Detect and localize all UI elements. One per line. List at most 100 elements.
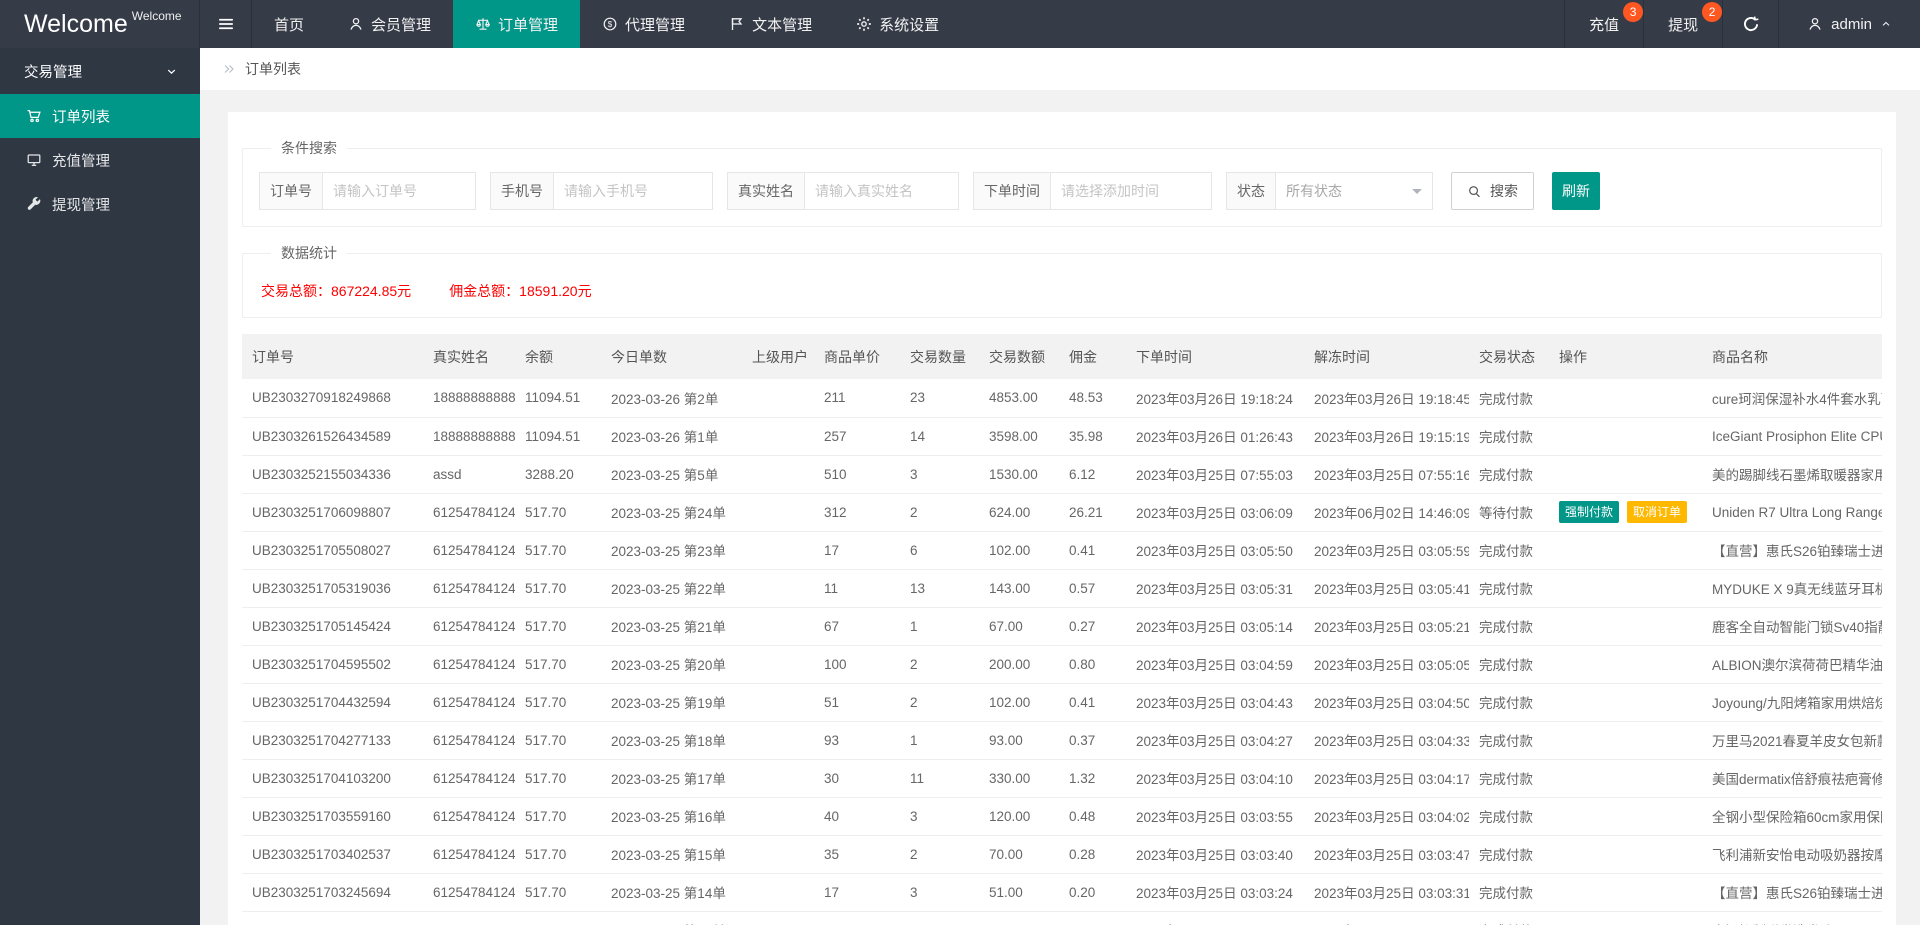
- cell-commission: 0.28: [1059, 835, 1126, 873]
- status-field: 状态所有状态: [1226, 172, 1433, 210]
- cell-commission: 1.32: [1059, 759, 1126, 797]
- cell-parent_user: [742, 683, 814, 721]
- cell-trade_amount: 1530.00: [979, 455, 1059, 493]
- table-row: UB230325170340253761254784124517.702023-…: [242, 835, 1882, 873]
- column-header-trade_amount: 交易数额: [979, 334, 1059, 379]
- refresh-list-button[interactable]: 刷新: [1552, 172, 1600, 210]
- table-row: UB23032709182498681888888888811094.51202…: [242, 379, 1882, 417]
- cell-trade_qty: 1: [900, 607, 979, 645]
- collapse-menu-button[interactable]: [200, 0, 252, 48]
- cell-parent_user: [742, 835, 814, 873]
- cell-order_time: 2023年03月25日 03:04:43: [1126, 683, 1304, 721]
- cell-order_no: UB2303251705145424: [242, 607, 423, 645]
- cell-commission: 0.41: [1059, 683, 1126, 721]
- transaction-total: 交易总额：867224.85元: [261, 281, 411, 301]
- search-field-label: 订单号: [259, 172, 323, 210]
- status-select[interactable]: 所有状态: [1276, 172, 1433, 210]
- cell-balance: 517.70: [515, 721, 601, 759]
- cell-order_no: UB2303251704595502: [242, 645, 423, 683]
- cell-trade_status: 完成付款: [1469, 759, 1549, 797]
- search-field-input[interactable]: [554, 172, 713, 210]
- cell-trade_amount: 70.00: [979, 835, 1059, 873]
- cell-real_name: 61254784124: [423, 759, 515, 797]
- cell-actions: [1549, 607, 1702, 645]
- cell-trade_amount: 4853.00: [979, 379, 1059, 417]
- top-nav-item-2[interactable]: 会员管理: [326, 0, 453, 48]
- table-row: UB230325170355916061254784124517.702023-…: [242, 797, 1882, 835]
- cell-today_orders: 2023-03-25 第13单: [601, 911, 742, 925]
- table-row: UB230325170443259461254784124517.702023-…: [242, 683, 1882, 721]
- shortcut-2[interactable]: 提现2: [1643, 0, 1722, 48]
- search-panel-legend: 条件搜索: [271, 138, 347, 158]
- table-row: UB23032615264345891888888888811094.51202…: [242, 417, 1882, 455]
- cell-order_no: UB2303251704103200: [242, 759, 423, 797]
- status-selected-value: 所有状态: [1286, 181, 1342, 201]
- cell-today_orders: 2023-03-25 第19单: [601, 683, 742, 721]
- search-field-label: 真实姓名: [727, 172, 805, 210]
- cell-order_no: UB2303251706098807: [242, 493, 423, 531]
- cell-trade_qty: 2: [900, 683, 979, 721]
- cell-today_orders: 2023-03-26 第1单: [601, 417, 742, 455]
- person-icon: [348, 16, 364, 32]
- top-nav-item-3[interactable]: 订单管理: [453, 0, 580, 48]
- cell-actions: [1549, 379, 1702, 417]
- search-field-2: 手机号: [490, 172, 713, 210]
- cell-actions: [1549, 645, 1702, 683]
- search-field-input[interactable]: [1051, 172, 1212, 210]
- sidebar-item-2[interactable]: 充值管理: [0, 138, 200, 182]
- cell-unit_price: 100: [814, 645, 900, 683]
- cell-order_no: UB2303251705319036: [242, 569, 423, 607]
- cell-order_time: 2023年03月25日 03:03:09: [1126, 911, 1304, 925]
- sidebar-item-1[interactable]: 订单列表: [0, 94, 200, 138]
- cell-trade_status: 完成付款: [1469, 835, 1549, 873]
- top-nav-item-1[interactable]: 首页: [252, 0, 326, 48]
- search-field-1: 订单号: [259, 172, 476, 210]
- cell-order_time: 2023年03月25日 03:04:59: [1126, 645, 1304, 683]
- cell-parent_user: [742, 455, 814, 493]
- column-header-product_name: 商品名称: [1702, 334, 1882, 379]
- cell-trade_qty: 13: [900, 569, 979, 607]
- top-nav-item-6[interactable]: 系统设置: [834, 0, 961, 48]
- cell-today_orders: 2023-03-25 第17单: [601, 759, 742, 797]
- cell-trade_amount: 330.00: [979, 759, 1059, 797]
- cell-actions: [1549, 531, 1702, 569]
- cell-commission: 6.12: [1059, 455, 1126, 493]
- cell-trade_status: 完成付款: [1469, 379, 1549, 417]
- cell-product_name: 万里马2021春夏羊皮女包新款软皮小香风: [1702, 721, 1882, 759]
- cell-order_no: UB2303251703096227: [242, 911, 423, 925]
- cancel-order-button[interactable]: 取消订单: [1627, 501, 1687, 523]
- shortcut-1[interactable]: 充值3: [1564, 0, 1643, 48]
- chevron-up-icon: [1880, 18, 1892, 30]
- cell-trade_amount: 93.00: [979, 721, 1059, 759]
- cell-unfreeze_time: 2023年03月26日 19:18:45: [1304, 379, 1469, 417]
- sidebar-group-trade[interactable]: 交易管理: [0, 48, 200, 94]
- sidebar-item-label: 订单列表: [52, 106, 110, 127]
- search-button[interactable]: 搜索: [1451, 172, 1534, 210]
- search-field-4: 下单时间: [973, 172, 1212, 210]
- cell-trade_status: 完成付款: [1469, 417, 1549, 455]
- cell-trade_status: 完成付款: [1469, 607, 1549, 645]
- force-pay-button[interactable]: 强制付款: [1559, 501, 1619, 523]
- search-field-input[interactable]: [805, 172, 959, 210]
- top-nav-item-4[interactable]: $代理管理: [580, 0, 707, 48]
- cell-trade_status: 完成付款: [1469, 455, 1549, 493]
- sidebar-group-label: 交易管理: [24, 61, 82, 82]
- cell-unfreeze_time: 2023年03月26日 19:15:19: [1304, 417, 1469, 455]
- cell-order_time: 2023年03月25日 03:03:24: [1126, 873, 1304, 911]
- search-field-input[interactable]: [323, 172, 476, 210]
- cell-unit_price: 211: [814, 379, 900, 417]
- orders-table-wrap: 订单号真实姓名余额今日单数上级用户商品单价交易数量交易数额佣金下单时间解冻时间交…: [242, 334, 1882, 925]
- top-nav-item-5[interactable]: 文本管理: [707, 0, 834, 48]
- admin-menu[interactable]: admin: [1778, 0, 1920, 48]
- stats-panel: 数据统计 交易总额：867224.85元 佣金总额：18591.20元: [242, 243, 1882, 318]
- search-button-label: 搜索: [1490, 181, 1518, 201]
- screen-icon: [26, 152, 42, 168]
- sidebar-item-3[interactable]: 提现管理: [0, 182, 200, 226]
- chevron-down-icon: [165, 65, 178, 78]
- cell-parent_user: [742, 607, 814, 645]
- cell-unit_price: 17: [814, 873, 900, 911]
- cell-trade_status: 完成付款: [1469, 683, 1549, 721]
- refresh-page-button[interactable]: [1722, 0, 1778, 48]
- column-header-trade_status: 交易状态: [1469, 334, 1549, 379]
- cell-today_orders: 2023-03-25 第20单: [601, 645, 742, 683]
